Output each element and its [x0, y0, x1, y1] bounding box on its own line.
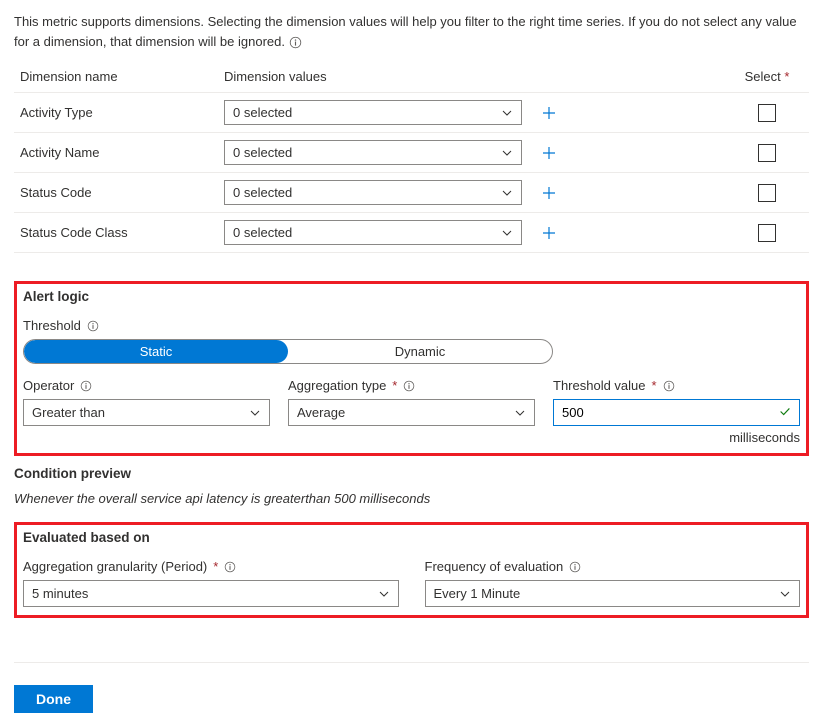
threshold-dynamic-toggle[interactable]: Dynamic: [288, 340, 552, 363]
operator-value: Greater than: [32, 405, 105, 420]
dimension-name: Activity Name: [20, 145, 224, 160]
info-icon[interactable]: [289, 36, 302, 49]
info-icon[interactable]: [224, 561, 236, 573]
condition-preview-text: Whenever the overall service api latency…: [14, 491, 809, 506]
threshold-unit: milliseconds: [553, 430, 800, 445]
dimension-values-label: 0 selected: [233, 185, 292, 200]
add-dimension-button[interactable]: [540, 144, 558, 162]
check-icon: [778, 404, 792, 421]
frequency-select[interactable]: Every 1 Minute: [425, 580, 801, 607]
dimension-row: Activity Name 0 selected: [14, 132, 809, 172]
dimension-values-label: 0 selected: [233, 105, 292, 120]
dimension-values-select[interactable]: 0 selected: [224, 180, 522, 205]
threshold-value-label: Threshold value: [553, 378, 646, 393]
dimension-values-select[interactable]: 0 selected: [224, 220, 522, 245]
frequency-value: Every 1 Minute: [434, 586, 521, 601]
info-icon[interactable]: [569, 561, 581, 573]
threshold-static-toggle[interactable]: Static: [24, 340, 288, 363]
evaluated-title: Evaluated based on: [23, 530, 800, 545]
aggregation-type-value: Average: [297, 405, 345, 420]
condition-preview-title: Condition preview: [14, 466, 809, 481]
dimension-select-checkbox[interactable]: [758, 184, 776, 202]
dimension-name: Activity Type: [20, 105, 224, 120]
add-dimension-button[interactable]: [540, 224, 558, 242]
dimensions-intro-text: This metric supports dimensions. Selecti…: [14, 12, 809, 51]
info-icon[interactable]: [663, 380, 675, 392]
aggregation-granularity-value: 5 minutes: [32, 586, 88, 601]
column-header-name: Dimension name: [20, 69, 224, 84]
aggregation-granularity-select[interactable]: 5 minutes: [23, 580, 399, 607]
frequency-label: Frequency of evaluation: [425, 559, 564, 574]
dimensions-header-row: Dimension name Dimension values Select *: [14, 61, 809, 92]
dimensions-table: Dimension name Dimension values Select *…: [14, 61, 809, 253]
threshold-value-input[interactable]: [553, 399, 800, 426]
chevron-down-icon: [779, 588, 791, 600]
alert-logic-title: Alert logic: [23, 289, 800, 304]
done-button[interactable]: Done: [14, 685, 93, 713]
dimension-select-checkbox[interactable]: [758, 144, 776, 162]
info-icon[interactable]: [403, 380, 415, 392]
dimension-values-select[interactable]: 0 selected: [224, 100, 522, 125]
dimension-row: Status Code 0 selected: [14, 172, 809, 212]
aggregation-granularity-label: Aggregation granularity (Period): [23, 559, 207, 574]
info-icon[interactable]: [87, 320, 99, 332]
required-indicator: *: [652, 378, 657, 393]
column-header-select: Select *: [731, 69, 803, 84]
chevron-down-icon: [501, 107, 513, 119]
chevron-down-icon: [249, 407, 261, 419]
condition-preview-section: Condition preview Whenever the overall s…: [14, 466, 809, 506]
required-indicator: *: [213, 559, 218, 574]
chevron-down-icon: [501, 147, 513, 159]
dimension-values-label: 0 selected: [233, 145, 292, 160]
dimension-row: Activity Type 0 selected: [14, 92, 809, 132]
chevron-down-icon: [514, 407, 526, 419]
dimension-select-checkbox[interactable]: [758, 104, 776, 122]
dimension-name: Status Code: [20, 185, 224, 200]
required-indicator: *: [392, 378, 397, 393]
dimension-select-checkbox[interactable]: [758, 224, 776, 242]
add-dimension-button[interactable]: [540, 104, 558, 122]
dimension-row: Status Code Class 0 selected: [14, 212, 809, 253]
alert-logic-section: Alert logic Threshold Static Dynamic Ope…: [14, 281, 809, 456]
chevron-down-icon: [378, 588, 390, 600]
aggregation-type-select[interactable]: Average: [288, 399, 535, 426]
dimension-values-label: 0 selected: [233, 225, 292, 240]
operator-label: Operator: [23, 378, 74, 393]
add-dimension-button[interactable]: [540, 184, 558, 202]
chevron-down-icon: [501, 187, 513, 199]
threshold-label: Threshold: [23, 318, 81, 333]
dimension-values-select[interactable]: 0 selected: [224, 140, 522, 165]
threshold-type-toggle: Static Dynamic: [23, 339, 553, 364]
dimension-name: Status Code Class: [20, 225, 224, 240]
intro-text-content: This metric supports dimensions. Selecti…: [14, 14, 797, 49]
chevron-down-icon: [501, 227, 513, 239]
column-header-values: Dimension values: [224, 69, 534, 84]
evaluated-section: Evaluated based on Aggregation granulari…: [14, 522, 809, 618]
operator-select[interactable]: Greater than: [23, 399, 270, 426]
aggregation-type-label: Aggregation type: [288, 378, 386, 393]
divider: [14, 662, 809, 663]
info-icon[interactable]: [80, 380, 92, 392]
